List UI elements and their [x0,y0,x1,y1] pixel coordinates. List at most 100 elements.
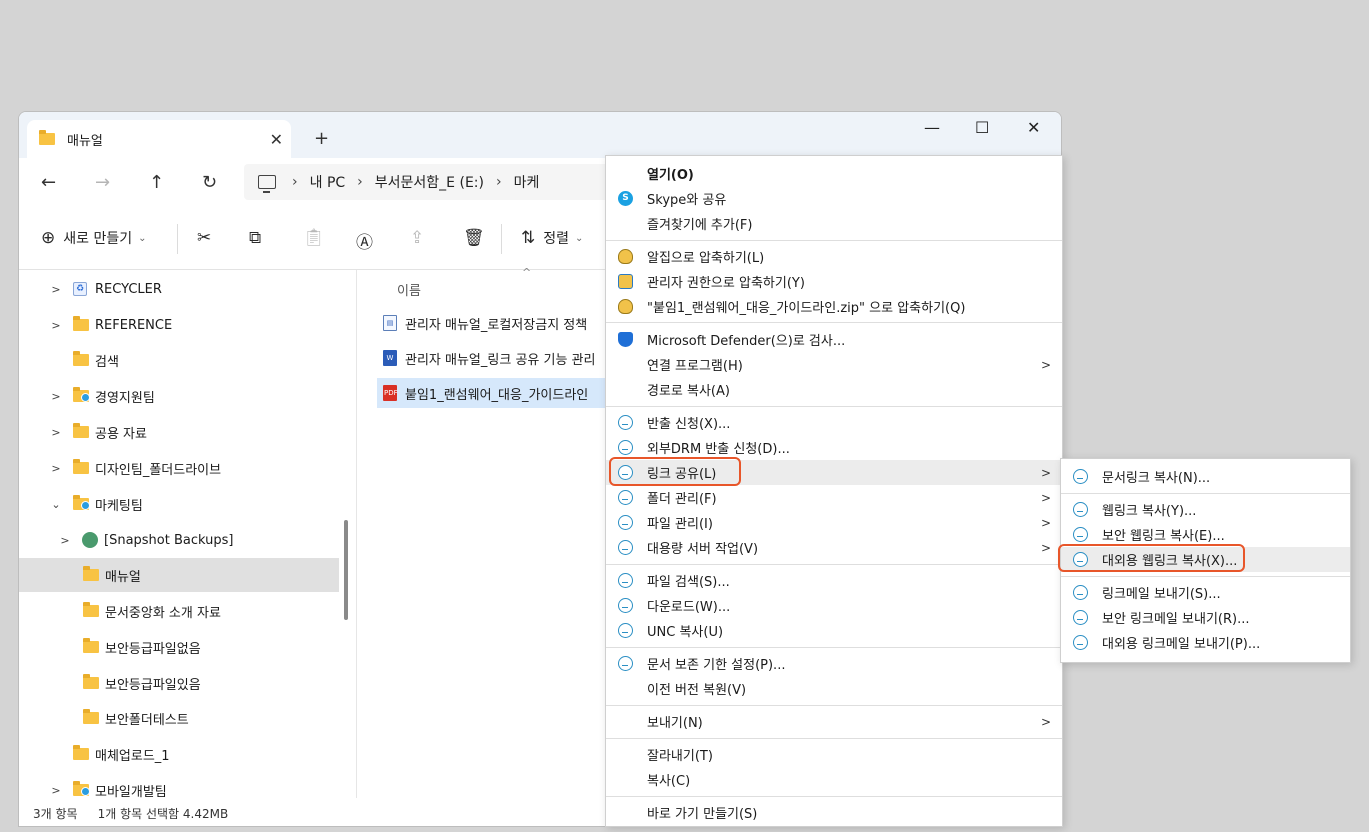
menu-item-copy[interactable]: 복사(C) [606,767,1062,792]
chevron-right-icon: > [1041,490,1052,505]
chevron-right-icon: › [495,174,502,190]
status-bar: 3개 항목 1개 항목 선택함 4.42MB [19,798,619,826]
menu-item-file-search[interactable]: 파일 검색(S)... [606,568,1062,593]
share-icon[interactable]: ⇪ [410,228,424,248]
chevron-right-icon: › [357,174,363,190]
menu-item-send-to[interactable]: 보내기(N) > [606,709,1062,734]
menu-item-defender[interactable]: Microsoft Defender(으)로 검사... [606,327,1062,352]
folder-icon [73,351,89,366]
tree-item-mobile-dev[interactable]: > 모바일개발팀 [19,773,339,798]
alzip-icon [618,249,633,264]
file-row[interactable]: W 관리자 매뉴얼_링크 공유 기능 관리 [377,343,617,373]
copy-icon[interactable]: ⧉ [249,228,261,248]
defender-shield-icon [618,332,633,347]
tree-item-marketing[interactable]: ⌄ 마케팅팀 [19,487,339,521]
menu-item-cut[interactable]: 잘라내기(T) [606,742,1062,767]
submenu-item-external-link-mail[interactable]: 대외용 링크메일 보내기(P)... [1061,630,1350,655]
tab-close-icon[interactable]: ✕ [270,130,283,149]
address-bar[interactable]: › 내 PC › 부서문서함_E (E:) › 마케 [244,164,624,200]
up-button[interactable]: ↑ [149,172,164,193]
chevron-right-icon: > [1041,465,1052,480]
file-row[interactable]: ▤ 관리자 매뉴얼_로컬저장금지 정책 [377,308,617,338]
menu-item-open-with[interactable]: 연결 프로그램(H) > [606,352,1062,377]
forward-button[interactable]: → [95,172,110,193]
submenu-item-link-mail[interactable]: 링크메일 보내기(S)... [1061,580,1350,605]
drm-icon [618,623,633,638]
tree-item-snapshot[interactable]: > [Snapshot Backups] [19,523,339,557]
menu-item-add-favorite[interactable]: 즐겨찾기에 추가(F) [606,211,1062,236]
chevron-right-icon[interactable]: > [49,319,63,332]
tree-item-label: 매체업로드_1 [95,748,170,764]
menu-item-large-server[interactable]: 대용량 서버 작업(V) > [606,535,1062,560]
menu-item-copy-path[interactable]: 경로로 복사(A) [606,377,1062,402]
menu-item-download[interactable]: 다운로드(W)... [606,593,1062,618]
menu-separator [606,647,1062,648]
chevron-right-icon[interactable]: > [49,462,63,475]
scrollbar-thumb[interactable] [344,520,348,620]
maximize-button[interactable]: ☐ [975,118,989,137]
tree-item-label: RECYCLER [95,281,162,297]
tree-item-label: 모바일개발팀 [95,784,167,799]
minimize-button[interactable]: — [924,118,940,137]
tree-item-has-security[interactable]: 보안등급파일있음 [19,666,339,700]
refresh-button[interactable]: ↻ [202,172,217,193]
menu-item-skype-share[interactable]: S Skype와 공유 [606,186,1062,211]
menu-item-file-manage[interactable]: 파일 관리(I) > [606,510,1062,535]
file-row-selected[interactable]: PDF 붙임1_랜섬웨어_대응_가이드라인 [377,378,617,408]
menu-item-alzip[interactable]: 알집으로 압축하기(L) [606,244,1062,269]
menu-item-alzip-admin[interactable]: 관리자 권한으로 압축하기(Y) [606,269,1062,294]
chevron-right-icon: › [292,174,298,190]
chevron-right-icon[interactable]: > [49,390,63,403]
tree-item-shared-data[interactable]: > 공용 자료 [19,415,339,449]
tree-item-recycler[interactable]: > ♻ RECYCLER [19,272,339,306]
sort-button[interactable]: ⇅ 정렬 ⌄ [521,228,583,248]
chevron-right-icon[interactable]: > [58,534,72,547]
word-icon: W [383,350,397,366]
breadcrumb-pc[interactable]: 내 PC [310,172,346,192]
menu-item-alzip-named[interactable]: "붙임1_랜섬웨어_대응_가이드라인.zip" 으로 압축하기(Q) [606,294,1062,319]
tree-item-security-test[interactable]: 보안폴더테스트 [19,701,339,735]
chevron-down-icon[interactable]: ⌄ [49,498,63,511]
menu-separator [606,738,1062,739]
folder-icon [39,130,55,145]
breadcrumb-marketing[interactable]: 마케 [514,172,540,192]
column-header-name[interactable]: 이름 [397,280,421,299]
document-icon: ▤ [383,315,397,331]
menu-separator [606,796,1062,797]
menu-item-folder-manage[interactable]: 폴더 관리(F) > [606,485,1062,510]
tree-item-search[interactable]: 검색 [19,343,339,377]
new-button[interactable]: ⊕ 새로 만들기 ⌄ [41,228,147,248]
menu-item-restore[interactable]: 이전 버전 복원(V) [606,676,1062,701]
menu-item-create-shortcut[interactable]: 바로 가기 만들기(S) [606,800,1062,825]
cut-icon[interactable]: ✂ [197,228,211,248]
chevron-right-icon[interactable]: > [49,426,63,439]
tree-item-label: 보안폴더테스트 [105,712,189,728]
delete-icon[interactable]: 🗑︎ [463,228,485,248]
tree-item-manual[interactable]: 매뉴얼 [19,558,339,592]
submenu-item-web-link[interactable]: 웹링크 복사(Y)... [1061,497,1350,522]
paste-icon[interactable]: 📋︎ [303,228,325,248]
tree-item-media-upload[interactable]: 매체업로드_1 [19,737,339,771]
new-tab-button[interactable]: + [314,128,329,149]
chevron-right-icon[interactable]: > [49,283,63,296]
menu-item-export-request[interactable]: 반출 신청(X)... [606,410,1062,435]
chevron-down-icon: ⌄ [575,232,584,244]
tree-item-no-security[interactable]: 보안등급파일없음 [19,630,339,664]
tab-manual[interactable]: 매뉴얼 ✕ [27,120,291,158]
tree-item-management[interactable]: > 경영지원팀 [19,379,339,413]
menu-item-unc-copy[interactable]: UNC 복사(U) [606,618,1062,643]
chevron-right-icon[interactable]: > [49,784,63,797]
drm-icon [618,598,633,613]
tree-item-label: REFERENCE [95,317,173,333]
tree-item-design[interactable]: > 디자인팀_폴더드라이브 [19,451,339,485]
submenu-item-secure-link-mail[interactable]: 보안 링크메일 보내기(R)... [1061,605,1350,630]
menu-item-open[interactable]: 열기(O) [606,161,1062,186]
submenu-item-doc-link[interactable]: 문서링크 복사(N)... [1061,464,1350,489]
rename-icon[interactable]: Ⓐ [356,228,373,253]
tree-item-reference[interactable]: > REFERENCE [19,308,339,342]
close-button[interactable]: ✕ [1027,118,1040,137]
menu-item-retention[interactable]: 문서 보존 기한 설정(P)... [606,651,1062,676]
tree-item-doc-intro[interactable]: 문서중앙화 소개 자료 [19,594,339,628]
back-button[interactable]: ← [41,172,56,193]
breadcrumb-drive[interactable]: 부서문서함_E (E:) [375,172,484,192]
